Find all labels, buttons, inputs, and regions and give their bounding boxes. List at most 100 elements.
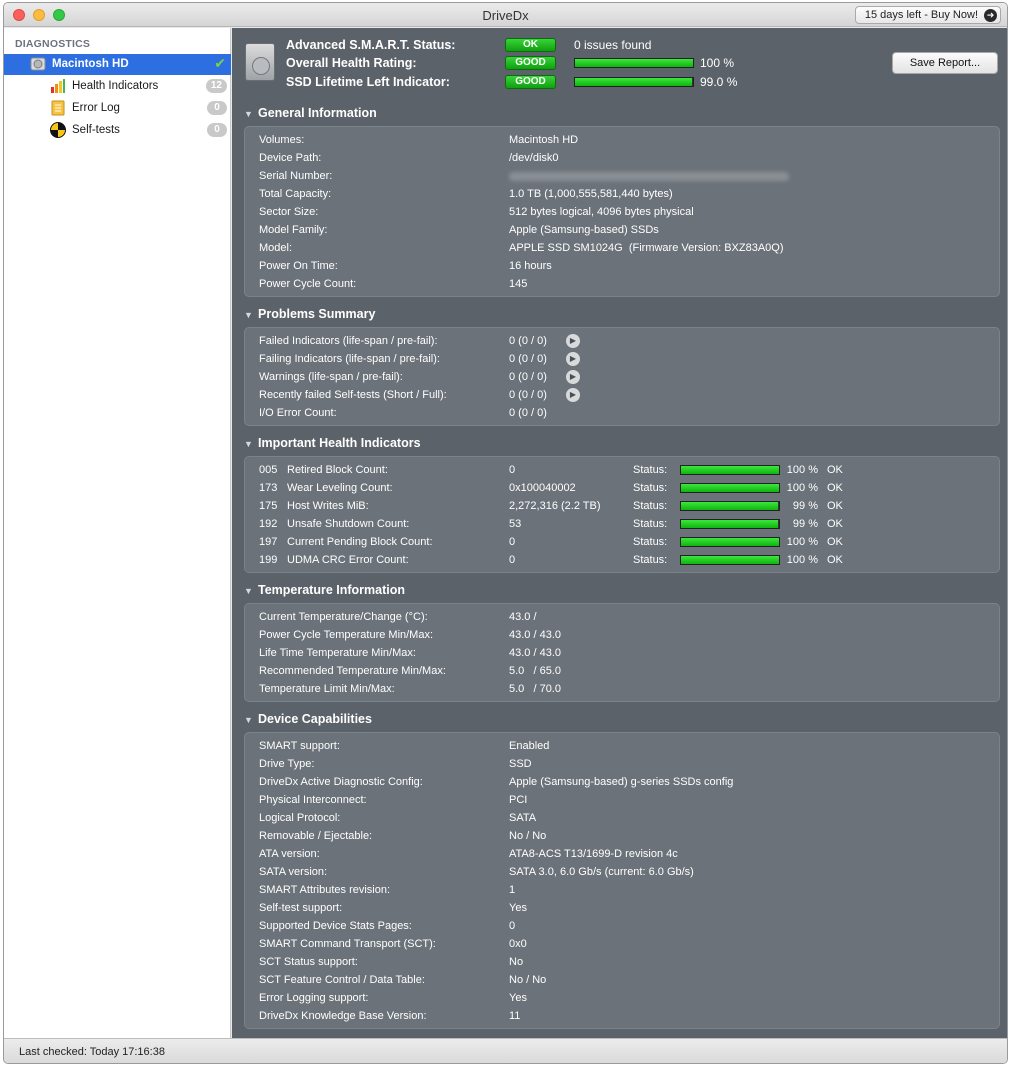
field-value: 0 (0 / 0) — [509, 371, 547, 383]
field-value: 5.0 / 65.0 — [509, 665, 561, 677]
field-label: Sector Size: — [259, 206, 319, 218]
field-label: Recently failed Self-tests (Short / Full… — [259, 389, 447, 401]
info-row: SCT Status support: No — [245, 953, 999, 971]
sidebar: DIAGNOSTICS Macintosh HD ✔ Health Indica… — [4, 28, 231, 1038]
lifetime-left-label: SSD Lifetime Left Indicator: — [286, 75, 450, 89]
field-value: 11 — [509, 1010, 521, 1022]
health-rating-label: Overall Health Rating: — [286, 56, 417, 70]
sidebar-item-health-indicators[interactable]: Health Indicators 12 — [4, 76, 231, 97]
field-label: Power Cycle Count: — [259, 278, 357, 290]
status-label: Status: — [633, 554, 668, 566]
section-header-problems[interactable]: ▼ Problems Summary — [244, 307, 375, 321]
disclosure-triangle-icon: ▼ — [244, 586, 253, 596]
field-label: Drive Type: — [259, 758, 315, 770]
status-badge: GOOD — [505, 75, 556, 89]
bar-chart-icon — [51, 79, 65, 93]
section-header-capabilities[interactable]: ▼ Device Capabilities — [244, 712, 372, 726]
redacted-value — [509, 172, 789, 181]
info-row: Volumes: Macintosh HD — [245, 131, 999, 149]
attribute-id: 197 — [259, 536, 278, 548]
sidebar-item-self-tests[interactable]: Self-tests 0 — [4, 120, 231, 141]
field-value: 43.0 / — [509, 611, 537, 623]
attribute-name: Wear Leveling Count: — [287, 482, 393, 494]
status-label: Status: — [633, 482, 668, 494]
info-row: Power On Time: 16 hours — [245, 257, 999, 275]
info-row: DriveDx Active Diagnostic Config: Apple (… — [245, 773, 999, 791]
field-value: No / No — [509, 830, 547, 842]
status-badge: OK — [505, 38, 556, 52]
health-rating-bar — [574, 58, 694, 68]
info-row: 175 Host Writes MiB: 2,272,316 (2.2 TB) Sta… — [245, 497, 999, 515]
disclosure-triangle-icon: ▼ — [244, 109, 253, 119]
info-arrow-icon[interactable]: ▶ — [566, 388, 580, 402]
arrow-circle-icon: ➜ — [984, 9, 997, 22]
field-label: Failing Indicators (life-span / pre-fail… — [259, 353, 440, 365]
field-value: Macintosh HD — [509, 134, 579, 146]
health-percent: 99 % — [792, 500, 818, 512]
health-percent: 100 % — [786, 554, 818, 566]
sidebar-item-macintosh-hd[interactable]: Macintosh HD ✔ — [4, 54, 231, 75]
health-state: OK — [827, 554, 843, 566]
health-state: OK — [827, 536, 843, 548]
attribute-value: 2,272,316 (2.2 TB) — [509, 500, 601, 512]
section-header-health[interactable]: ▼ Important Health Indicators — [244, 436, 421, 450]
smart-status-value: 0 issues found — [574, 38, 652, 52]
info-row: I/O Error Count: 0 (0 / 0) — [245, 404, 999, 422]
info-arrow-icon[interactable]: ▶ — [566, 352, 580, 366]
field-value: 0 (0 / 0) — [509, 353, 547, 365]
health-state: OK — [827, 500, 843, 512]
field-value: 145 — [509, 278, 528, 290]
info-row: SMART Command Transport (SCT): 0x0 — [245, 935, 999, 953]
info-row: Total Capacity: 1.0 TB (1,000,555,581,440… — [245, 185, 999, 203]
info-row: ATA version: ATA8-ACS T13/1699-D revision… — [245, 845, 999, 863]
info-arrow-icon[interactable]: ▶ — [566, 334, 580, 348]
info-row: Device Path: /dev/disk0 — [245, 149, 999, 167]
field-label: SMART support: — [259, 740, 340, 752]
attribute-name: UDMA CRC Error Count: — [287, 554, 409, 566]
sidebar-item-error-log[interactable]: Error Log 0 — [4, 98, 231, 119]
field-label: SATA version: — [259, 866, 328, 878]
field-value: Apple (Samsung-based) SSDs — [509, 224, 659, 236]
field-value: 0x0 — [509, 938, 527, 950]
section-header-general[interactable]: ▼ General Information — [244, 106, 377, 120]
field-value: 43.0 / 43.0 — [509, 629, 561, 641]
status-label: Status: — [633, 464, 668, 476]
buy-now-button[interactable]: 15 days left - Buy Now! ➜ — [854, 6, 1001, 24]
general-info-panel: Volumes: Macintosh HD Device Path: /dev/dis… — [244, 126, 1000, 297]
health-bar — [680, 555, 780, 565]
health-percent: 99 % — [792, 518, 818, 530]
field-label: Total Capacity: — [259, 188, 332, 200]
info-row: Model: APPLE SSD SM1024G (Firmware Versio… — [245, 239, 999, 257]
health-rating-value: 100 % — [700, 56, 735, 70]
status-label: Status: — [633, 536, 668, 548]
info-row: 005 Retired Block Count: 0 Status: 100 % OK — [245, 461, 999, 479]
save-report-button[interactable]: Save Report... — [892, 52, 998, 74]
field-label: Failed Indicators (life-span / pre-fail)… — [259, 335, 438, 347]
attribute-value: 53 — [509, 518, 522, 530]
problems-summary-panel: Failed Indicators (life-span / pre-fail)… — [244, 327, 1000, 426]
count-badge: 0 — [207, 101, 227, 115]
sidebar-item-label: Macintosh HD — [52, 58, 129, 70]
info-arrow-icon[interactable]: ▶ — [566, 370, 580, 384]
field-value: Yes — [509, 992, 527, 1004]
field-label: I/O Error Count: — [259, 407, 337, 419]
field-label: Error Logging support: — [259, 992, 369, 1004]
attribute-name: Retired Block Count: — [287, 464, 388, 476]
info-row: SCT Feature Control / Data Table: No / No — [245, 971, 999, 989]
title-bar: DriveDx 15 days left - Buy Now! ➜ — [4, 3, 1007, 27]
field-label: Power Cycle Temperature Min/Max: — [259, 629, 434, 641]
field-value: 512 bytes logical, 4096 bytes physical — [509, 206, 694, 218]
section-title: General Information — [258, 106, 377, 120]
field-label: SCT Status support: — [259, 956, 358, 968]
section-header-temperature[interactable]: ▼ Temperature Information — [244, 583, 405, 597]
status-bar: Last checked: Today 17:16:38 — [4, 1038, 1007, 1063]
field-value: SATA 3.0, 6.0 Gb/s (current: 6.0 Gb/s) — [509, 866, 694, 878]
field-label: Logical Protocol: — [259, 812, 341, 824]
sidebar-item-label: Self-tests — [72, 124, 120, 136]
count-badge: 12 — [205, 79, 227, 93]
field-label: DriveDx Active Diagnostic Config: — [259, 776, 423, 788]
field-value: 0 (0 / 0) — [509, 407, 547, 419]
health-percent: 100 % — [786, 464, 818, 476]
status-label: Status: — [633, 518, 668, 530]
health-state: OK — [827, 518, 843, 530]
